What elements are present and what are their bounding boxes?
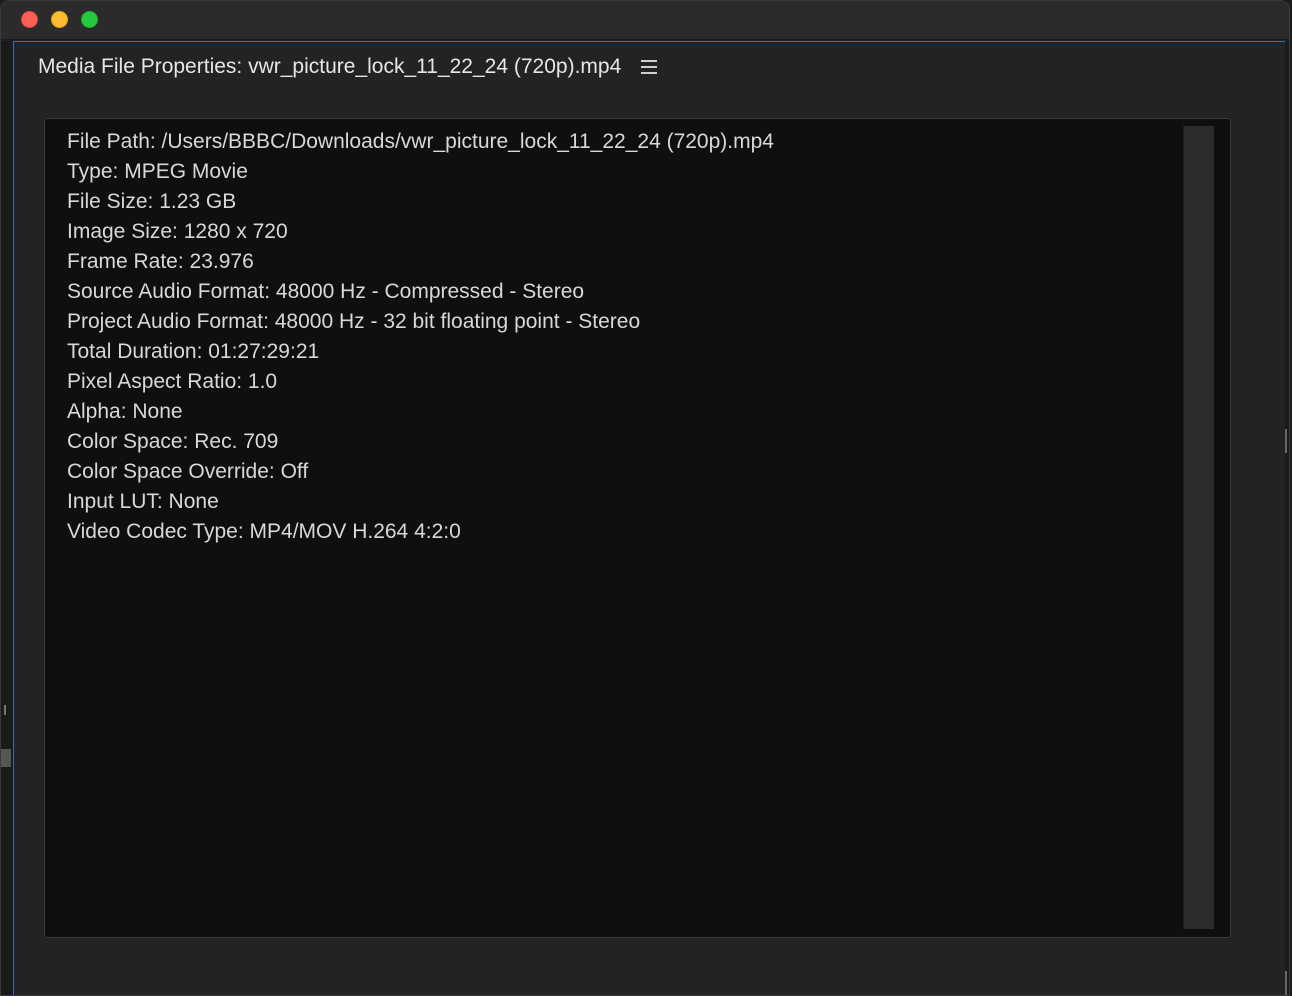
property-pixel-aspect-ratio: Pixel Aspect Ratio: 1.0 (67, 370, 278, 393)
background-app-edge (1, 41, 13, 995)
hamburger-menu-icon[interactable] (641, 60, 658, 74)
panel-header: Media File Properties: vwr_picture_lock_… (38, 52, 658, 82)
property-type: Type: MPEG Movie (67, 160, 248, 183)
property-frame-rate: Frame Rate: 23.976 (67, 250, 254, 273)
property-alpha: Alpha: None (67, 400, 183, 423)
zoom-window-button[interactable] (81, 11, 98, 28)
property-file-path: File Path: /Users/BBBC/Downloads/vwr_pic… (67, 130, 774, 153)
app-window: Media File Properties: vwr_picture_lock_… (0, 0, 1290, 996)
property-color-space-override: Color Space Override: Off (67, 460, 309, 483)
properties-content-box[interactable]: File Path: /Users/BBBC/Downloads/vwr_pic… (44, 118, 1231, 938)
panel-title: Media File Properties: vwr_picture_lock_… (38, 55, 622, 78)
property-image-size: Image Size: 1280 x 720 (67, 220, 288, 243)
property-color-space: Color Space: Rec. 709 (67, 430, 279, 453)
background-edge-mark (4, 705, 6, 715)
window-right-edge (1285, 41, 1289, 995)
property-file-size: File Size: 1.23 GB (67, 190, 237, 213)
resize-handle[interactable] (1285, 429, 1287, 453)
properties-list: File Path: /Users/BBBC/Downloads/vwr_pic… (67, 127, 774, 547)
background-edge-mark (1, 749, 11, 767)
minimize-window-button[interactable] (51, 11, 68, 28)
property-input-lut: Input LUT: None (67, 490, 219, 513)
vertical-scrollbar[interactable] (1183, 126, 1214, 929)
property-total-duration: Total Duration: 01:27:29:21 (67, 340, 320, 363)
property-project-audio-format: Project Audio Format: 48000 Hz - 32 bit … (67, 310, 641, 333)
media-file-properties-panel: Media File Properties: vwr_picture_lock_… (13, 41, 1288, 995)
close-window-button[interactable] (21, 11, 38, 28)
property-video-codec-type: Video Codec Type: MP4/MOV H.264 4:2:0 (67, 520, 461, 543)
window-titlebar[interactable] (1, 1, 1289, 40)
background-edge-mark (1, 637, 7, 655)
property-source-audio-format: Source Audio Format: 48000 Hz - Compress… (67, 280, 585, 303)
resize-handle[interactable] (1285, 971, 1287, 995)
